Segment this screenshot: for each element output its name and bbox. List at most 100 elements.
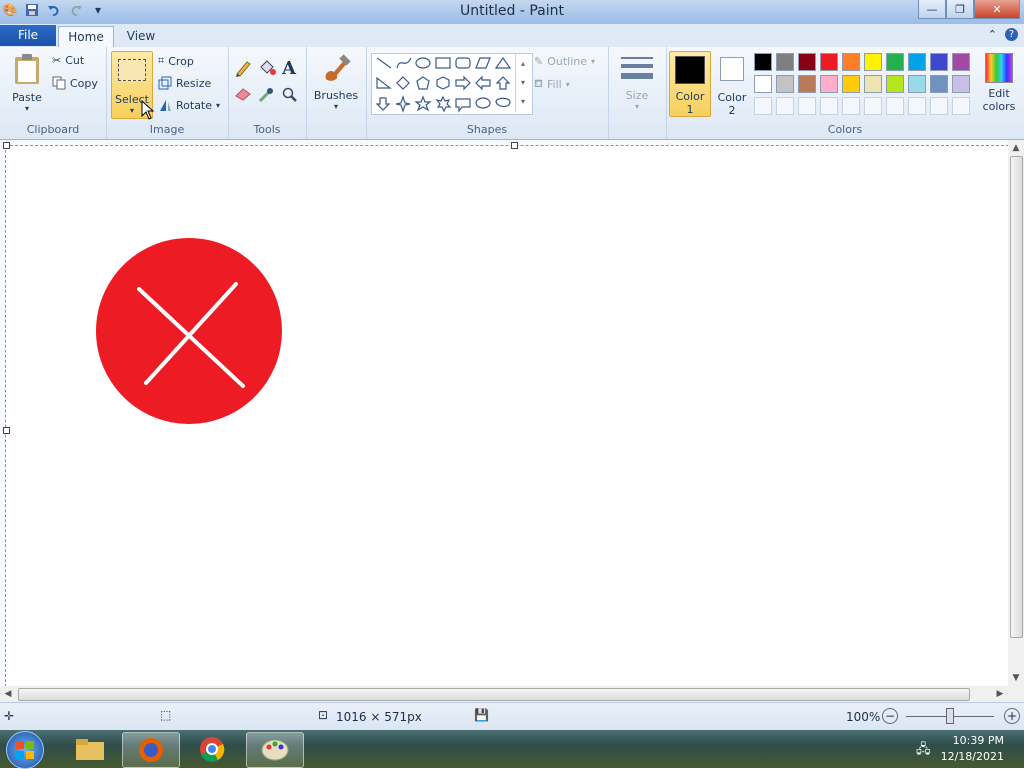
scroll-left-arrow-icon[interactable]: ◀ bbox=[0, 686, 16, 702]
custom-color-slot[interactable] bbox=[908, 97, 926, 115]
taskbar-firefox[interactable] bbox=[122, 732, 180, 768]
brushes-button[interactable]: Brushes ▾ bbox=[314, 53, 358, 111]
scroll-right-arrow-icon[interactable]: ▶ bbox=[992, 686, 1008, 702]
system-clock[interactable]: 10:39 PM 12/18/2021 bbox=[941, 733, 1004, 765]
cut-button[interactable]: ✂ Cut bbox=[52, 54, 84, 67]
minimize-button[interactable]: — bbox=[918, 0, 946, 19]
selection-size-icon: ⬚ bbox=[160, 708, 172, 722]
color-swatch[interactable] bbox=[908, 53, 926, 71]
color-swatch[interactable] bbox=[864, 75, 882, 93]
custom-color-slot[interactable] bbox=[864, 97, 882, 115]
custom-color-slot[interactable] bbox=[798, 97, 816, 115]
file-size-icon: 💾 bbox=[474, 708, 489, 722]
taskbar: 🖧 10:39 PM 12/18/2021 bbox=[0, 730, 1024, 769]
size-button[interactable]: Size ▾ bbox=[618, 55, 656, 111]
eraser-tool[interactable] bbox=[234, 87, 252, 101]
color-swatch[interactable] bbox=[776, 75, 794, 93]
edit-colors-button[interactable]: Edit colors bbox=[976, 53, 1022, 113]
tools-group: A Tools bbox=[228, 47, 307, 139]
shapes-scrollbar[interactable]: ▴ ▾ ▾ bbox=[515, 54, 530, 112]
taskbar-paint[interactable] bbox=[246, 732, 304, 768]
close-button[interactable]: ✕ bbox=[974, 0, 1020, 19]
chevron-down-icon: ▾ bbox=[216, 100, 221, 110]
scroll-up-arrow-icon[interactable]: ▲ bbox=[1008, 140, 1024, 156]
tab-file[interactable]: File bbox=[0, 25, 56, 46]
crop-button[interactable]: ⌗ Crop bbox=[158, 54, 194, 68]
color-palette bbox=[754, 53, 976, 119]
fill-button[interactable]: ⛾ Fill ▾ bbox=[534, 77, 570, 92]
firefox-icon bbox=[139, 738, 163, 762]
window-title: Untitled - Paint bbox=[460, 3, 564, 19]
zoom-out-button[interactable]: − bbox=[882, 708, 898, 724]
color-swatch[interactable] bbox=[842, 75, 860, 93]
color-swatch[interactable] bbox=[820, 75, 838, 93]
color-picker-tool[interactable] bbox=[258, 87, 274, 103]
folder-icon bbox=[76, 739, 104, 760]
help-icon[interactable]: ? bbox=[1005, 28, 1018, 41]
canvas-resize-handle-corner[interactable] bbox=[3, 142, 10, 149]
color-swatch[interactable] bbox=[798, 75, 816, 93]
tab-home[interactable]: Home bbox=[58, 26, 114, 48]
vertical-scroll-thumb[interactable] bbox=[1010, 156, 1023, 638]
color-swatch[interactable] bbox=[776, 53, 794, 71]
color-swatch[interactable] bbox=[886, 75, 904, 93]
zoom-in-button[interactable]: + bbox=[1004, 708, 1020, 724]
horizontal-scroll-thumb[interactable] bbox=[18, 688, 970, 701]
color-swatch[interactable] bbox=[798, 53, 816, 71]
color-swatch[interactable] bbox=[908, 75, 926, 93]
canvas-resize-handle-left[interactable] bbox=[3, 427, 10, 434]
text-a-icon: A bbox=[282, 58, 296, 79]
network-icon[interactable]: 🖧 bbox=[916, 740, 931, 762]
horizontal-scrollbar[interactable]: ◀ ▶ bbox=[0, 686, 1024, 702]
color-swatch[interactable] bbox=[842, 53, 860, 71]
color-swatch[interactable] bbox=[930, 75, 948, 93]
color-swatch[interactable] bbox=[952, 53, 970, 71]
custom-color-slot[interactable] bbox=[776, 97, 794, 115]
image-size-icon: ⊡ bbox=[318, 708, 329, 722]
fill-tool[interactable] bbox=[258, 59, 276, 77]
canvas-resize-handle-top[interactable] bbox=[511, 142, 518, 149]
chevron-down-icon: ▾ bbox=[591, 57, 596, 66]
resize-button[interactable]: Resize bbox=[158, 76, 211, 90]
windows-logo-icon bbox=[16, 741, 34, 759]
minimize-ribbon-icon[interactable]: ⌃ bbox=[988, 28, 997, 41]
color-swatch[interactable] bbox=[952, 75, 970, 93]
clock-time: 10:39 PM bbox=[952, 734, 1004, 747]
selection-rectangle-icon bbox=[118, 59, 146, 81]
zoom-slider-thumb[interactable] bbox=[946, 708, 954, 724]
text-tool[interactable]: A bbox=[282, 58, 296, 79]
custom-color-slot[interactable] bbox=[754, 97, 772, 115]
tab-view[interactable]: View bbox=[118, 26, 164, 47]
color2-button[interactable]: Color 2 bbox=[713, 51, 751, 117]
taskbar-explorer[interactable] bbox=[62, 732, 118, 766]
rainbow-palette-icon bbox=[985, 53, 1013, 83]
pencil-tool[interactable] bbox=[234, 59, 252, 77]
scroll-down-arrow-icon[interactable]: ▼ bbox=[1008, 670, 1024, 686]
rotate-button[interactable]: Rotate ▾ bbox=[158, 98, 220, 112]
color-swatch[interactable] bbox=[930, 53, 948, 71]
tools-group-label: Tools bbox=[253, 123, 281, 136]
custom-color-slot[interactable] bbox=[842, 97, 860, 115]
custom-color-slot[interactable] bbox=[952, 97, 970, 115]
custom-color-slot[interactable] bbox=[820, 97, 838, 115]
outline-button[interactable]: ✎ Outline ▾ bbox=[534, 55, 595, 68]
shapes-gallery[interactable] bbox=[371, 53, 533, 115]
taskbar-chrome[interactable] bbox=[184, 732, 240, 766]
drawing-canvas[interactable] bbox=[5, 145, 1009, 687]
color-swatch[interactable] bbox=[886, 53, 904, 71]
vertical-scrollbar[interactable]: ▲ ▼ bbox=[1008, 140, 1024, 686]
color1-button[interactable]: Color 1 bbox=[669, 51, 711, 117]
eraser-icon bbox=[235, 88, 251, 101]
color-swatch[interactable] bbox=[864, 53, 882, 71]
color-swatch[interactable] bbox=[820, 53, 838, 71]
color-swatch[interactable] bbox=[754, 75, 772, 93]
custom-color-slot[interactable] bbox=[886, 97, 904, 115]
paste-button[interactable]: Paste ▾ bbox=[8, 53, 46, 113]
custom-color-slot[interactable] bbox=[930, 97, 948, 115]
maximize-button[interactable]: ❐ bbox=[946, 0, 974, 19]
magnifier-tool[interactable] bbox=[282, 87, 298, 103]
copy-button[interactable]: Copy bbox=[52, 76, 98, 90]
color-swatch[interactable] bbox=[754, 53, 772, 71]
start-button[interactable] bbox=[6, 731, 44, 769]
resize-icon bbox=[158, 76, 172, 90]
